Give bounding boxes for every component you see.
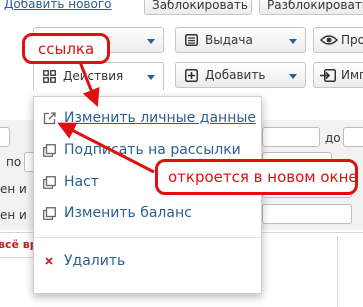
arrow-to-new-window-icon (57, 122, 155, 174)
arrow-to-link (78, 61, 100, 107)
new-window-callout: откроется в новом окне (155, 159, 358, 195)
link-callout: ссылка (22, 33, 110, 64)
